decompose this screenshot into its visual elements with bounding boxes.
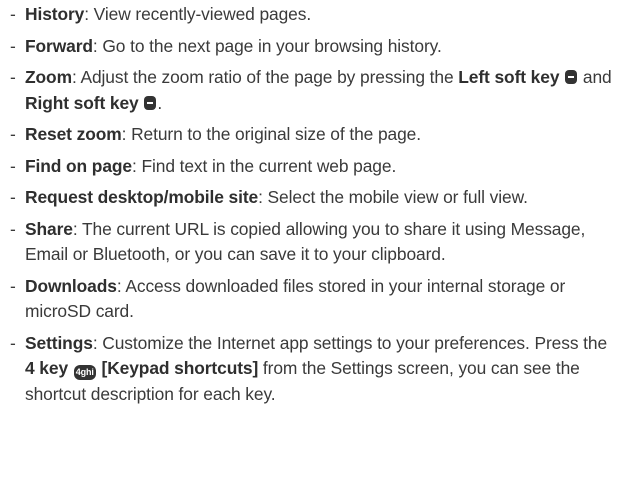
desc-request-site: : Select the mobile view or full view. xyxy=(258,187,528,207)
list-dash: - xyxy=(10,218,16,239)
keypad-shortcuts-label: [Keypad shortcuts] xyxy=(101,358,259,378)
list-dash: - xyxy=(10,332,16,353)
manual-page: - History: View recently-viewed pages. -… xyxy=(0,0,623,496)
desc-forward: : Go to the next page in your browsing h… xyxy=(92,35,442,56)
desc-reset-zoom: : Return to the original size of the pag… xyxy=(121,124,421,144)
term-downloads: Downloads xyxy=(25,275,117,296)
list-item-share: - Share: The current URL is copied allow… xyxy=(10,217,613,268)
right-soft-key-icon xyxy=(144,95,157,110)
list-dash: - xyxy=(10,124,16,144)
desc-zoom-a: : Adjust the zoom ratio of the page by p… xyxy=(71,67,459,87)
list-item-history: - History: View recently-viewed pages. xyxy=(10,2,613,28)
list-dash: - xyxy=(10,67,16,87)
list-item-zoom: - Zoom: Adjust the zoom ratio of the pag… xyxy=(10,65,613,116)
list-dash: - xyxy=(10,35,16,56)
list-dash: - xyxy=(10,4,16,24)
term-settings: Settings xyxy=(25,332,93,353)
key-4-label: 4 key xyxy=(25,358,69,378)
term-zoom: Zoom xyxy=(25,67,72,87)
desc-settings-a: : Customize the Internet app settings to… xyxy=(92,332,608,353)
key-4-icon: 4ghi xyxy=(73,365,96,380)
desc-zoom-c: . xyxy=(157,92,163,113)
list-item-request-site: - Request desktop/mobile site: Select th… xyxy=(10,185,613,211)
term-request-site: Request desktop/mobile site xyxy=(25,187,259,207)
list-item-settings: - Settings: Customize the Internet app s… xyxy=(10,331,613,408)
term-reset-zoom: Reset zoom xyxy=(25,124,122,144)
left-soft-key-label: Left soft key xyxy=(458,67,560,87)
list-item-forward: - Forward: Go to the next page in your b… xyxy=(10,34,613,60)
left-soft-key-icon xyxy=(565,70,578,84)
list-item-find-on-page: - Find on page: Find text in the current… xyxy=(10,154,613,180)
right-soft-key-label: Right soft key xyxy=(25,92,139,113)
list-item-downloads: - Downloads: Access downloaded files sto… xyxy=(10,274,613,325)
list-item-reset-zoom: - Reset zoom: Return to the original siz… xyxy=(10,122,613,148)
term-find-on-page: Find on page xyxy=(25,155,132,176)
desc-history: : View recently-viewed pages. xyxy=(84,4,312,24)
term-forward: Forward xyxy=(25,35,93,56)
list-dash: - xyxy=(10,187,16,207)
term-history: History xyxy=(25,4,85,24)
desc-share: : The current URL is copied allowing you… xyxy=(25,218,586,265)
desc-zoom-b: and xyxy=(578,67,612,87)
list-dash: - xyxy=(10,275,16,296)
term-share: Share xyxy=(25,218,73,239)
desc-find-on-page: : Find text in the current web page. xyxy=(132,155,397,176)
list-dash: - xyxy=(10,155,16,176)
